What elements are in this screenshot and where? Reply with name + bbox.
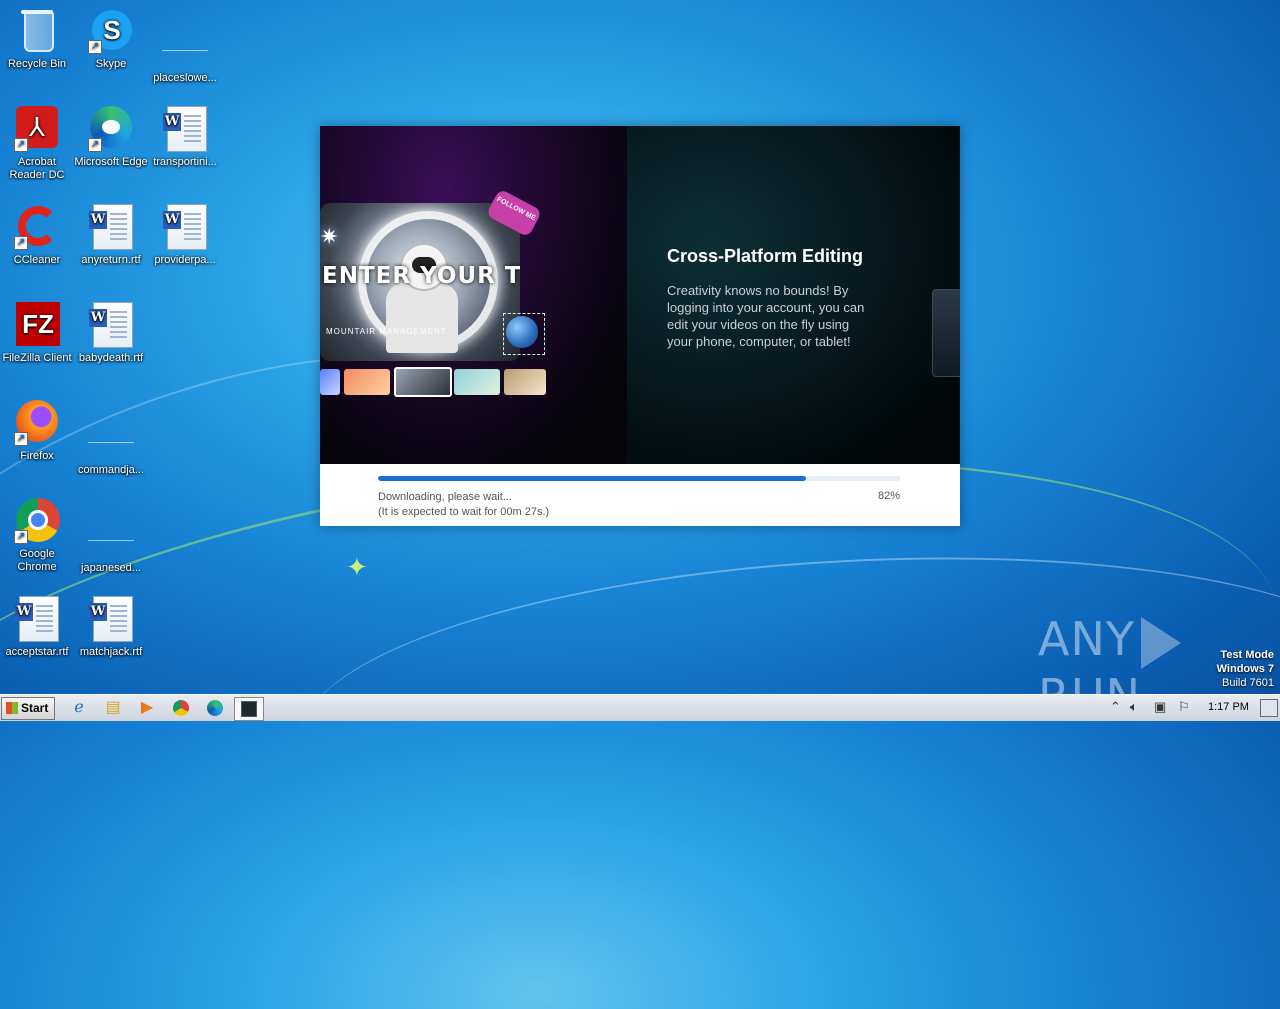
desktop-icon-commandja[interactable]: commandja...: [74, 400, 148, 477]
download-status-text: Downloading, please wait...: [378, 491, 512, 503]
thumbnail: [454, 369, 500, 395]
blank-file-icon: [162, 22, 208, 68]
desktop-icon-chrome[interactable]: ↗ Google Chrome: [0, 498, 74, 574]
blank-file-icon: [88, 512, 134, 558]
globe-sticker-icon: [503, 313, 545, 355]
desktop-icon-label: babydeath.rtf: [78, 352, 144, 364]
desktop-icon-matchjack[interactable]: W matchjack.rtf: [74, 596, 148, 659]
acrobat-icon: ⅄ ↗: [14, 106, 60, 152]
os-name-label: Windows 7: [1216, 663, 1274, 675]
play-icon: [1140, 616, 1181, 669]
feature-description: Creativity knows no bounds! By logging i…: [667, 283, 865, 349]
desktop-icon-acceptstar[interactable]: W acceptstar.rtf: [0, 596, 74, 659]
build-label: Build 7601: [1222, 677, 1274, 689]
desktop-icon-anyreturn[interactable]: W anyreturn.rtf: [74, 204, 148, 267]
download-status: Downloading, please wait... (It is expec…: [378, 490, 549, 520]
astronaut-body: [386, 283, 458, 353]
thumbnail: [320, 369, 340, 395]
word-document-icon: W: [14, 596, 60, 642]
test-mode-label: Test Mode: [1220, 649, 1274, 661]
edge-icon: ↗: [88, 106, 134, 152]
wallpaper-sparkle-icon: ✦: [346, 552, 368, 582]
desktop-icon-recycle-bin[interactable]: Recycle Bin: [0, 8, 74, 71]
blank-file-icon: [88, 414, 134, 460]
start-button[interactable]: Start: [1, 697, 55, 720]
word-document-icon: W: [88, 204, 134, 250]
desktop-icon-placeslowe[interactable]: placeslowe...: [148, 8, 222, 85]
preview-subtitle-text: MOUNTAIR MANAGEMENT: [326, 327, 447, 336]
lens-flare-icon: ✷: [320, 224, 339, 249]
desktop-icon-label: matchjack.rtf: [79, 646, 143, 658]
thumbnail: [344, 369, 390, 395]
word-document-icon: W: [88, 302, 134, 348]
internet-explorer-icon[interactable]: ℯ: [66, 697, 92, 719]
taskbar-clock[interactable]: 1:17 PM: [1208, 701, 1249, 713]
preview-title-text: ENTER YOUR TITLE: [322, 263, 520, 289]
desktop-icon-label: Skype: [95, 58, 127, 70]
action-center-flag-icon[interactable]: ⚐: [1178, 699, 1190, 715]
editor-preview-image: ENTER YOUR TITLE MOUNTAIR MANAGEMENT: [320, 203, 520, 361]
desktop-icon-label: Acrobat Reader DC: [9, 156, 65, 181]
show-hidden-icons-icon[interactable]: ⌃: [1110, 699, 1121, 715]
desktop-icon-label: FileZilla Client: [2, 352, 72, 364]
desktop-icon-label: Recycle Bin: [7, 58, 67, 70]
desktop-icon-ccleaner[interactable]: ↗ CCleaner: [0, 204, 74, 267]
thumbnail-selected: [394, 367, 452, 397]
desktop-icon-acrobat[interactable]: ⅄ ↗ Acrobat Reader DC: [0, 106, 74, 182]
edge-icon[interactable]: [202, 697, 228, 719]
download-eta-text: (It is expected to wait for 00m 27s.): [378, 506, 550, 518]
installer-window: ENTER YOUR TITLE MOUNTAIR MANAGEMENT ✷ F…: [320, 126, 960, 526]
desktop-icon-label: Firefox: [20, 450, 54, 462]
show-desktop-button[interactable]: [1260, 699, 1278, 717]
desktop-icon-label: anyreturn.rtf: [81, 254, 141, 266]
desktop-icon-skype[interactable]: S ↗ Skype: [74, 8, 148, 71]
desktop-icon-label: japanesed...: [81, 562, 141, 574]
recycle-bin-icon: [14, 8, 60, 54]
word-document-icon: W: [162, 106, 208, 152]
next-slide-preview: [932, 289, 960, 377]
progress-bar-fill: [378, 476, 807, 481]
start-label: Start: [21, 701, 49, 715]
filezilla-icon: FZ: [14, 302, 60, 348]
firefox-icon: ↗: [14, 400, 60, 446]
desktop-icon-label: commandja...: [77, 464, 145, 476]
thumbnail: [504, 369, 546, 395]
desktop-icon-japanesed[interactable]: japanesed...: [74, 498, 148, 575]
desktop-icon-label: transportini...: [153, 156, 217, 168]
windows-logo-icon: [6, 702, 18, 714]
volume-icon[interactable]: 🔈︎: [1130, 699, 1138, 715]
word-document-icon: W: [162, 204, 208, 250]
network-icon[interactable]: ▣: [1154, 699, 1166, 715]
desktop-icon-label: providerpa...: [154, 254, 216, 266]
desktop-icon-babydeath[interactable]: W babydeath.rtf: [74, 302, 148, 365]
desktop-icon-transportini[interactable]: W transportini...: [148, 106, 222, 169]
chrome-icon: ↗: [14, 498, 60, 544]
desktop-icon-label: placeslowe...: [153, 72, 217, 84]
desktop-icon-label: CCleaner: [13, 254, 61, 266]
desktop-icon-label: Google Chrome: [17, 548, 57, 573]
ccleaner-icon: ↗: [14, 204, 60, 250]
watermark-text-left: ANY: [1038, 612, 1135, 666]
desktop-icon-providerpa[interactable]: W providerpa...: [148, 204, 222, 267]
download-progress-area: Downloading, please wait... (It is expec…: [320, 464, 960, 526]
file-explorer-icon[interactable]: ▤: [100, 697, 126, 719]
desktop-icon-filezilla[interactable]: FZ FileZilla Client: [0, 302, 74, 365]
taskbar: Start ℯ ▤ ▶ ⌃ 🔈︎ ▣ ⚐ 1:17 PM: [0, 694, 1280, 721]
media-player-icon[interactable]: ▶: [134, 697, 160, 719]
desktop-icon-label: acceptstar.rtf: [5, 646, 69, 658]
skype-icon: S ↗: [88, 8, 134, 54]
word-document-icon: W: [88, 596, 134, 642]
desktop-icon-edge[interactable]: ↗ Microsoft Edge: [74, 106, 148, 169]
test-mode-notice: Test Mode Windows 7 Build 7601: [1217, 648, 1274, 690]
progress-percent: 82%: [877, 490, 900, 502]
feature-title: Cross-Platform Editing: [667, 246, 864, 266]
desktop-icon-label: Microsoft Edge: [74, 156, 148, 168]
desktop-icon-firefox[interactable]: ↗ Firefox: [0, 400, 74, 463]
chrome-icon[interactable]: [168, 697, 194, 719]
installer-app-icon[interactable]: [234, 697, 264, 721]
progress-bar-track: [378, 476, 900, 481]
installer-hero-banner: ENTER YOUR TITLE MOUNTAIR MANAGEMENT ✷ F…: [320, 126, 960, 464]
